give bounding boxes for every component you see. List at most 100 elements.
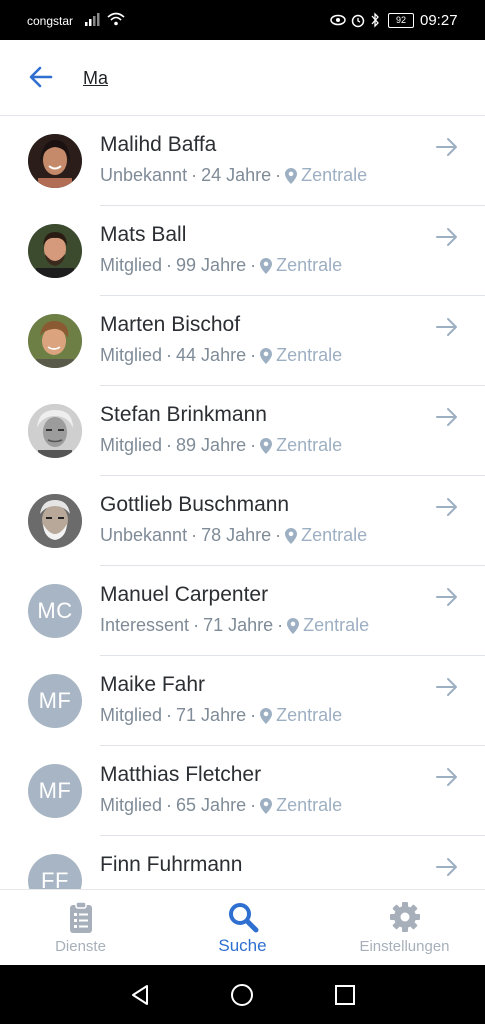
location-pin-icon	[260, 797, 273, 814]
member-name: Finn Fuhrmann	[100, 853, 243, 876]
member-name: Manuel Carpenter	[100, 583, 269, 606]
member-meta: Mitglied · 89 Jahre · Zentrale	[100, 435, 343, 455]
list-item[interactable]: Stefan Brinkmann Mitglied · 89 Jahre · Z…	[0, 386, 485, 476]
battery-indicator: 92	[388, 13, 414, 28]
back-triangle-icon[interactable]	[128, 983, 152, 1007]
member-location: Zentrale	[276, 795, 343, 815]
search-icon	[228, 903, 258, 933]
system-navigation-bar	[0, 965, 485, 1024]
location-pin-icon	[260, 347, 273, 364]
avatar-initials: MF	[38, 778, 72, 803]
member-location: Zentrale	[301, 525, 368, 545]
member-age: 71 Jahre	[176, 705, 247, 725]
person-photo-icon	[28, 224, 82, 278]
member-meta: Mitglied · 44 Jahre · Zentrale	[100, 345, 343, 365]
member-status: Unbekannt	[100, 165, 188, 185]
member-location: Zentrale	[276, 255, 343, 275]
member-status: Mitglied	[100, 255, 163, 275]
avatar: MC	[28, 584, 82, 638]
avatar	[28, 314, 82, 368]
list-item[interactable]: MC Manuel Carpenter Interessent · 71 Jah…	[0, 566, 485, 656]
member-name: Maike Fahr	[100, 673, 206, 696]
member-meta: Unbekannt · 78 Jahre · Zentrale	[100, 525, 368, 545]
member-age: 78 Jahre	[201, 525, 272, 545]
person-photo-icon	[28, 494, 82, 548]
clipboard-icon	[69, 901, 92, 933]
list-item[interactable]: MF Matthias Fletcher Mitglied · 65 Jahre…	[0, 746, 485, 836]
location-pin-icon	[260, 257, 273, 274]
member-status: Unbekannt	[100, 525, 188, 545]
nav-label: Dienste	[55, 938, 106, 955]
arrow-right-icon[interactable]	[434, 676, 460, 698]
avatar	[28, 494, 82, 548]
arrow-right-icon[interactable]	[434, 496, 460, 518]
arrow-right-icon[interactable]	[434, 856, 460, 878]
member-meta: Unbekannt · 24 Jahre · Zentrale	[100, 165, 368, 185]
location-pin-icon	[260, 707, 273, 724]
location-pin-icon	[285, 167, 298, 184]
location-pin-icon	[287, 617, 300, 634]
app-screen: Malihd Baffa Unbekannt · 24 Jahre · Zent…	[0, 40, 485, 965]
person-photo-icon	[28, 404, 82, 458]
nav-item-dienste[interactable]: Dienste	[0, 890, 161, 965]
member-age: 99 Jahre	[176, 255, 247, 275]
avatar	[28, 134, 82, 188]
member-status: Mitglied	[100, 435, 163, 455]
back-button[interactable]	[26, 62, 56, 92]
member-name: Matthias Fletcher	[100, 763, 262, 786]
person-photo-icon	[28, 134, 82, 188]
member-location: Zentrale	[276, 435, 343, 455]
bottom-navigation: Dienste Suche Einstellungen	[0, 889, 485, 965]
member-name: Mats Ball	[100, 223, 187, 246]
search-header	[0, 40, 485, 116]
member-age: 89 Jahre	[176, 435, 247, 455]
avatar: MF	[28, 674, 82, 728]
member-name: Gottlieb Buschmann	[100, 493, 290, 516]
member-age: 44 Jahre	[176, 345, 247, 365]
arrow-right-icon[interactable]	[434, 586, 460, 608]
result-list: Malihd Baffa Unbekannt · 24 Jahre · Zent…	[0, 116, 485, 926]
avatar: MF	[28, 764, 82, 818]
member-location: Zentrale	[303, 615, 370, 635]
arrow-right-icon[interactable]	[434, 136, 460, 158]
nav-label: Einstellungen	[359, 938, 450, 955]
member-location: Zentrale	[276, 705, 343, 725]
member-name: Marten Bischof	[100, 313, 241, 336]
arrow-right-icon[interactable]	[434, 406, 460, 428]
list-item[interactable]: MF Maike Fahr Mitglied · 71 Jahre · Zent…	[0, 656, 485, 746]
member-name: Stefan Brinkmann	[100, 403, 267, 426]
member-status: Mitglied	[100, 345, 163, 365]
home-circle-icon[interactable]	[230, 983, 254, 1007]
location-pin-icon	[285, 527, 298, 544]
nav-item-einstellungen[interactable]: Einstellungen	[324, 890, 485, 965]
member-meta: Mitglied · 99 Jahre · Zentrale	[100, 255, 343, 275]
recents-square-icon[interactable]	[333, 983, 357, 1007]
list-item[interactable]: Gottlieb Buschmann Unbekannt · 78 Jahre …	[0, 476, 485, 566]
status-bar: congstar 92 09:27	[0, 0, 485, 40]
search-input[interactable]	[83, 66, 443, 90]
list-item[interactable]: Mats Ball Mitglied · 99 Jahre · Zentrale	[0, 206, 485, 296]
list-item[interactable]: Malihd Baffa Unbekannt · 24 Jahre · Zent…	[0, 116, 485, 206]
status-icons	[330, 12, 379, 28]
avatar	[28, 224, 82, 278]
arrow-right-icon[interactable]	[434, 766, 460, 788]
nav-label: Suche	[218, 936, 267, 955]
wifi-icon	[107, 12, 125, 26]
member-age: 24 Jahre	[201, 165, 272, 185]
arrow-right-icon[interactable]	[434, 316, 460, 338]
avatar	[28, 404, 82, 458]
member-status: Mitglied	[100, 795, 163, 815]
arrow-left-icon	[29, 66, 53, 88]
member-meta: Mitglied · 71 Jahre · Zentrale	[100, 705, 343, 725]
member-location: Zentrale	[301, 165, 368, 185]
avatar-initials: MC	[37, 598, 73, 623]
member-location: Zentrale	[276, 345, 343, 365]
clock: 09:27	[420, 12, 458, 29]
person-photo-icon	[28, 314, 82, 368]
nav-item-suche[interactable]: Suche	[162, 890, 323, 965]
list-item[interactable]: Marten Bischof Mitglied · 44 Jahre · Zen…	[0, 296, 485, 386]
arrow-right-icon[interactable]	[434, 226, 460, 248]
member-age: 71 Jahre	[203, 615, 274, 635]
member-meta: Mitglied · 65 Jahre · Zentrale	[100, 795, 343, 815]
location-pin-icon	[260, 437, 273, 454]
